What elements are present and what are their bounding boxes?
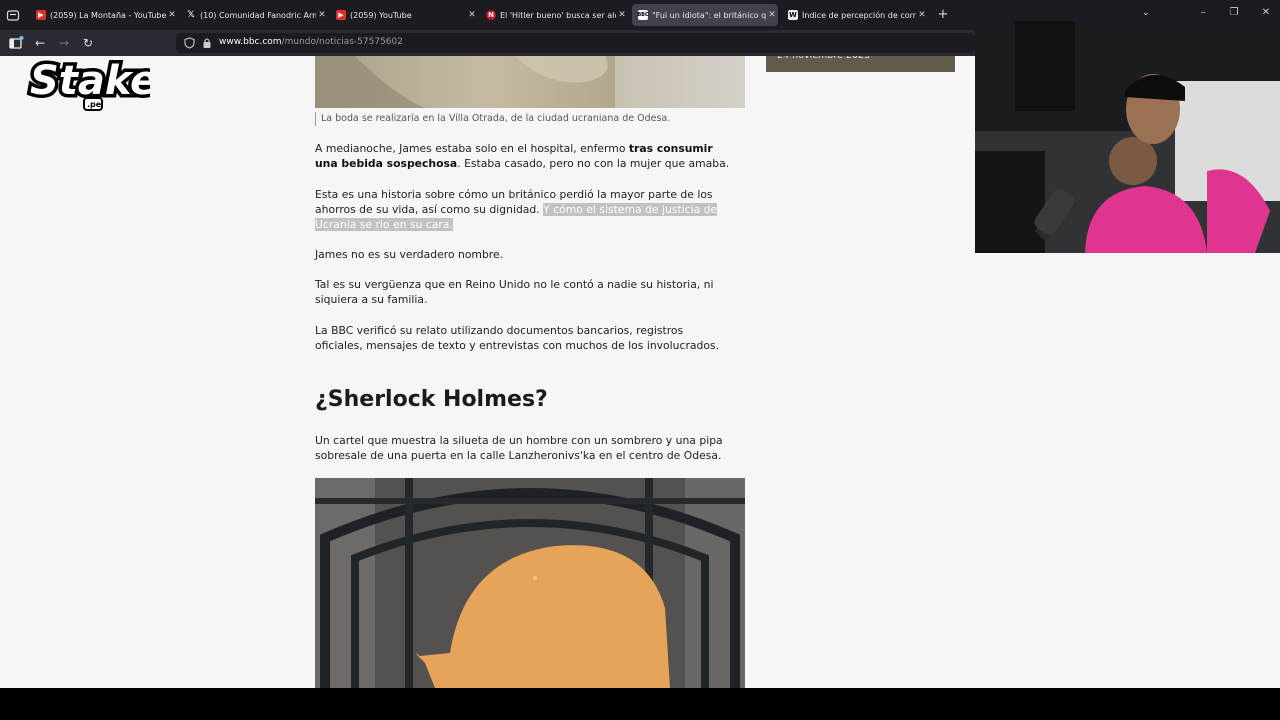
lock-icon[interactable] — [202, 37, 212, 49]
article-paragraph: La BBC verificó su relato utilizando doc… — [315, 324, 720, 352]
browser-tab[interactable]: 𝕏 (10) Comunidad Fanodric Army ✕ — [180, 4, 328, 26]
image-caption: La boda se realizaría en la Villa Otrada… — [315, 112, 745, 126]
window-close-icon[interactable]: ✕ — [1258, 7, 1274, 18]
close-icon[interactable]: ✕ — [766, 10, 778, 20]
youtube-icon: ▶ — [336, 10, 346, 20]
url-text[interactable]: www.bbc.com/mundo/noticias-57575602 — [219, 37, 403, 47]
webcam-overlay — [975, 21, 1280, 253]
back-arrow-icon[interactable]: ← — [32, 35, 48, 51]
browser-tab-active[interactable]: BBC "Fui un idiota": el británico que ✕ — [632, 4, 778, 26]
browser-tab[interactable]: W Índice de percepción de corrup ✕ — [782, 4, 928, 26]
tab-list-icon[interactable] — [6, 8, 20, 22]
article-image-sign — [315, 478, 745, 688]
news-icon: N — [486, 10, 496, 20]
minimize-icon[interactable]: – — [1195, 7, 1211, 18]
x-logo-icon: 𝕏 — [187, 10, 195, 20]
section-heading: ¿Sherlock Holmes? — [315, 387, 548, 412]
article-paragraph: Tal es su vergüenza que en Reino Unido n… — [315, 278, 714, 306]
browser-nav-bar: ← → ↻ www.bbc.com/mundo/noticias-5757560… — [0, 30, 975, 56]
new-tab-icon[interactable]: + — [936, 7, 950, 22]
bbc-icon: BBC — [637, 10, 649, 20]
url-bar[interactable]: www.bbc.com/mundo/noticias-57575602 — [176, 33, 975, 53]
stake-logo: Stake .pe — [27, 55, 150, 111]
forward-arrow-icon[interactable]: → — [56, 35, 72, 51]
youtube-icon: ▶ — [36, 10, 46, 20]
chevron-down-icon[interactable]: ⌄ — [1142, 8, 1150, 18]
article-paragraph: A medianoche, James estaba solo en el ho… — [315, 142, 730, 170]
article-image-top — [315, 56, 745, 108]
shield-icon[interactable] — [184, 37, 195, 49]
article-paragraph: Un cartel que muestra la silueta de un h… — [315, 434, 723, 462]
article-paragraph: Esta es una historia sobre cómo un britá… — [315, 188, 718, 231]
close-icon[interactable]: ✕ — [616, 10, 628, 20]
close-icon[interactable]: ✕ — [916, 10, 928, 20]
browser-tab[interactable]: ▶ (2059) YouTube ✕ — [330, 4, 478, 26]
close-icon[interactable]: ✕ — [166, 10, 178, 20]
restore-icon[interactable]: ❐ — [1226, 7, 1242, 18]
wikipedia-icon: W — [788, 10, 798, 20]
sidebar-toggle-icon[interactable] — [8, 35, 24, 51]
browser-tab[interactable]: ▶ (2059) La Montaña - YouTube ✕ — [30, 4, 178, 26]
stake-logo-sub: .pe — [87, 100, 102, 109]
reload-icon[interactable]: ↻ — [80, 35, 96, 51]
close-icon[interactable]: ✕ — [466, 10, 478, 20]
close-icon[interactable]: ✕ — [316, 10, 328, 20]
browser-tab[interactable]: N El 'Hitler bueno' busca ser alcald ✕ — [480, 4, 628, 26]
article-paragraph: James no es su verdadero nombre. — [315, 248, 504, 261]
